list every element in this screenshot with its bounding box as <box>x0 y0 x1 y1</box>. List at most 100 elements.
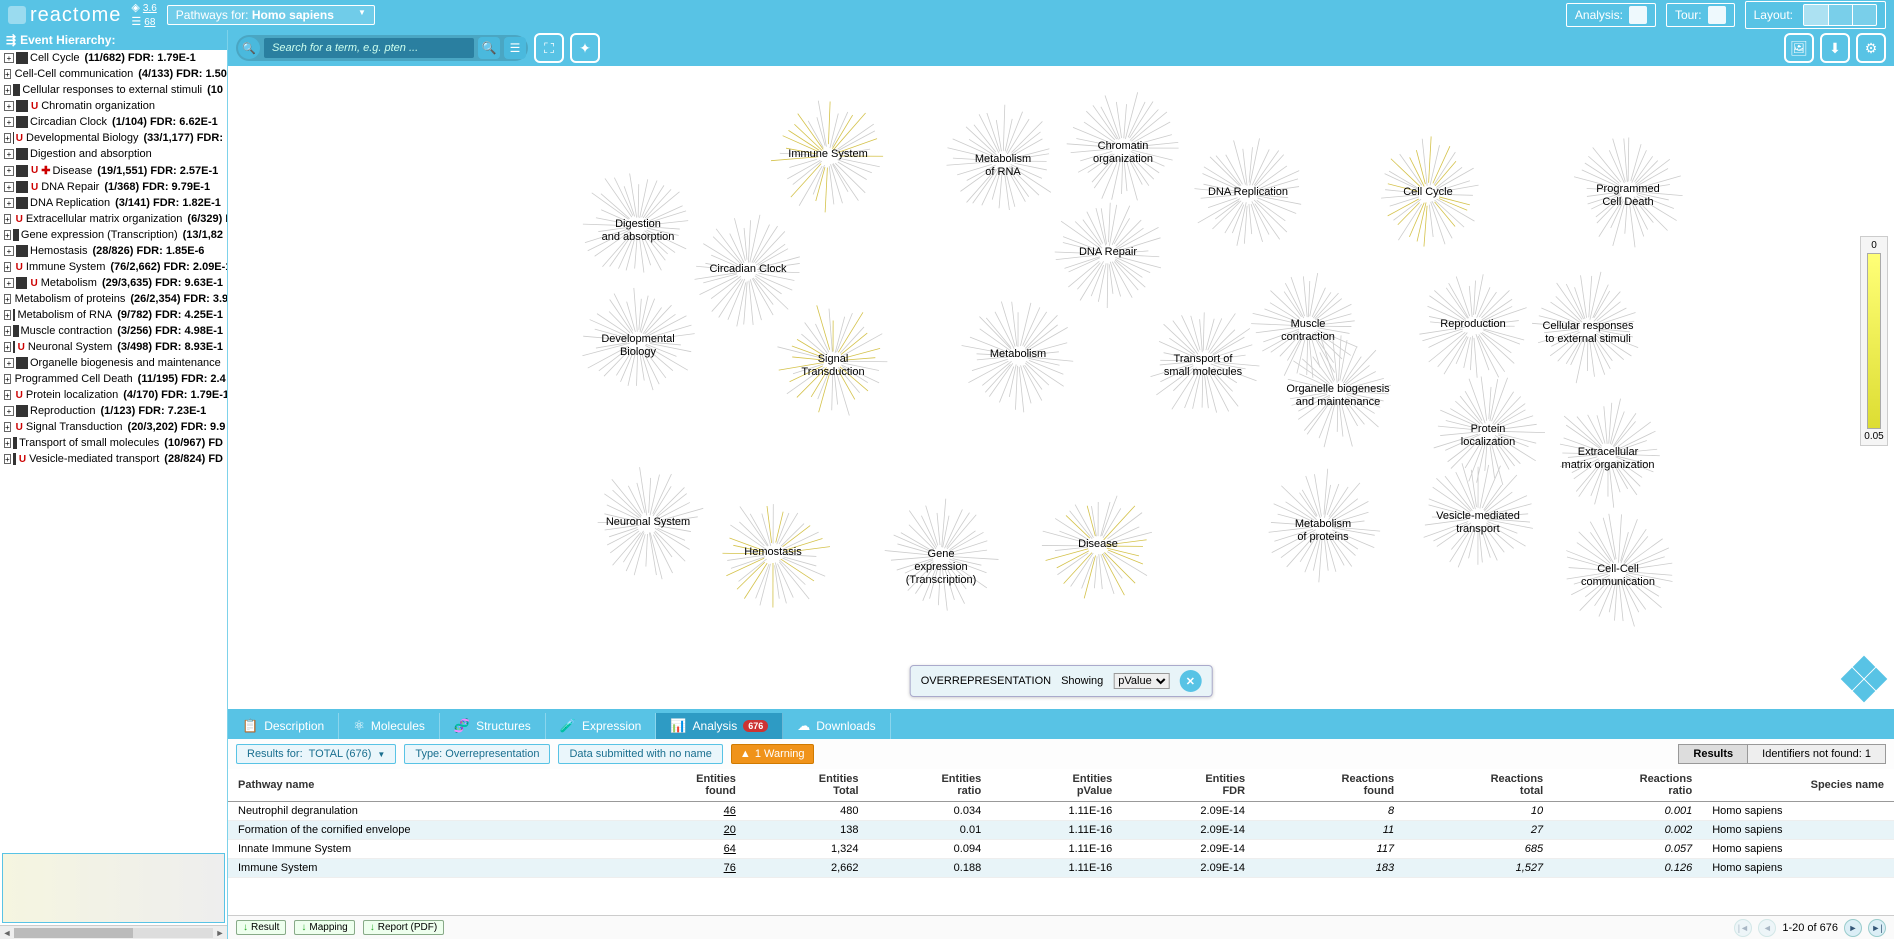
tree-item[interactable]: +Cell Cycle (11/682) FDR: 1.79E-1 <box>0 50 227 66</box>
expand-icon[interactable]: + <box>4 374 11 384</box>
pathway-burst[interactable] <box>1548 394 1668 514</box>
expand-icon[interactable]: + <box>4 310 11 320</box>
tab-description[interactable]: 📋Description <box>228 713 339 739</box>
search-input[interactable] <box>264 38 474 58</box>
expand-icon[interactable]: + <box>4 342 11 352</box>
download-report-button[interactable]: ↓Report (PDF) <box>363 920 444 935</box>
pathway-burst[interactable] <box>768 96 888 216</box>
expand-icon[interactable]: + <box>4 198 14 208</box>
table-row[interactable]: Neutrophil degranulation464800.0341.11E-… <box>228 802 1894 821</box>
overlay-close-button[interactable]: ✕ <box>1179 670 1201 692</box>
expand-icon[interactable]: + <box>4 246 14 256</box>
tree-item[interactable]: +Cellular responses to external stimuli … <box>0 82 227 98</box>
pathway-burst[interactable] <box>1188 134 1308 254</box>
col-header[interactable]: EntitiesTotal <box>746 769 869 802</box>
tree-item[interactable]: +U✚Disease (19/1,551) FDR: 2.57E-1 <box>0 162 227 179</box>
tab-downloads[interactable]: ☁Downloads <box>783 713 890 739</box>
pathway-canvas[interactable]: 0 0.05 OVERREPRESENTATION Showing pValue… <box>228 66 1894 709</box>
pathway-burst[interactable] <box>713 494 833 614</box>
tree-item[interactable]: +UImmune System (76/2,662) FDR: 2.09E-1 <box>0 259 227 275</box>
pathway-burst[interactable] <box>1558 511 1678 631</box>
sidebar-hscroll[interactable]: ◄ ► <box>0 925 227 939</box>
tab-analysis[interactable]: 📊Analysis676 <box>656 713 783 739</box>
expand-icon[interactable]: + <box>4 117 14 127</box>
expand-icon[interactable]: + <box>4 438 11 448</box>
pathway-tree[interactable]: +Cell Cycle (11/682) FDR: 1.79E-1+Cell-C… <box>0 50 227 851</box>
pathway-burst[interactable] <box>881 496 1001 616</box>
expand-icon[interactable]: + <box>4 294 11 304</box>
tree-item[interactable]: +UProtein localization (4/170) FDR: 1.79… <box>0 387 227 403</box>
col-header[interactable]: Reactionsfound <box>1255 769 1404 802</box>
tree-item[interactable]: +Reproduction (1/123) FDR: 7.23E-1 <box>0 403 227 419</box>
tab-molecules[interactable]: ⚛Molecules <box>339 713 440 739</box>
expand-icon[interactable]: + <box>4 101 14 111</box>
overlay-metric-select[interactable]: pValue <box>1113 673 1169 689</box>
tree-item[interactable]: +Programmed Cell Death (11/195) FDR: 2.4 <box>0 371 227 387</box>
tree-item[interactable]: +USignal Transduction (20/3,202) FDR: 9.… <box>0 419 227 435</box>
page-first-button[interactable]: |◄ <box>1734 919 1752 937</box>
results-for-chip[interactable]: Results for: TOTAL (676) ▼ <box>236 744 396 764</box>
expand-icon[interactable]: + <box>4 278 14 288</box>
col-header[interactable]: Entitiesfound <box>623 769 746 802</box>
pathway-burst[interactable] <box>1418 458 1538 578</box>
pathway-burst[interactable] <box>588 464 708 584</box>
expand-icon[interactable]: + <box>4 85 11 95</box>
tab-structures[interactable]: 🧬Structures <box>440 713 546 739</box>
tree-item[interactable]: +Metabolism of RNA (9/782) FDR: 4.25E-1 <box>0 307 227 323</box>
expand-icon[interactable]: + <box>4 358 14 368</box>
expand-icon[interactable]: + <box>4 214 11 224</box>
table-row[interactable]: Formation of the cornified envelope20138… <box>228 821 1894 840</box>
species-selector[interactable]: Pathways for: Homo sapiens <box>167 5 375 25</box>
results-table-wrap[interactable]: Pathway nameEntitiesfoundEntitiesTotalEn… <box>228 769 1894 915</box>
scroll-right-icon[interactable]: ► <box>213 928 227 938</box>
tree-item[interactable]: +Hemostasis (28/826) FDR: 1.85E-6 <box>0 243 227 259</box>
search-go-button[interactable]: 🔍 <box>478 37 500 59</box>
pathway-burst[interactable] <box>1038 486 1158 606</box>
scroll-left-icon[interactable]: ◄ <box>0 928 14 938</box>
pathway-burst[interactable] <box>1278 331 1398 451</box>
expand-icon[interactable]: + <box>4 390 11 400</box>
download-image-button[interactable]: ⬇ <box>1820 33 1850 63</box>
pathway-burst[interactable] <box>958 296 1078 416</box>
dataset-name-chip[interactable]: Data submitted with no name <box>558 744 722 764</box>
tree-item[interactable]: +UChromatin organization <box>0 98 227 114</box>
col-header[interactable]: Reactionstotal <box>1404 769 1553 802</box>
expand-icon[interactable]: + <box>4 133 11 143</box>
col-header[interactable]: EntitiespValue <box>991 769 1122 802</box>
tree-item[interactable]: +DNA Replication (3/141) FDR: 1.82E-1 <box>0 195 227 211</box>
cell-ef[interactable]: 76 <box>623 859 746 878</box>
tour-button[interactable]: Tour: <box>1666 3 1735 27</box>
logo[interactable]: reactome <box>8 4 121 27</box>
pathway-burst[interactable] <box>1368 134 1488 254</box>
tree-item[interactable]: +Digestion and absorption <box>0 146 227 162</box>
results-subtab[interactable]: Results <box>1679 745 1747 763</box>
col-header[interactable]: Entitiesratio <box>869 769 992 802</box>
col-header[interactable]: Species name <box>1702 769 1894 802</box>
pathway-burst[interactable] <box>943 101 1063 221</box>
pathway-burst[interactable] <box>1568 131 1688 251</box>
build-link[interactable]: 68 <box>144 17 155 28</box>
expand-icon[interactable]: + <box>4 454 11 464</box>
download-mapping-button[interactable]: ↓Mapping <box>294 920 354 935</box>
tree-item[interactable]: +Muscle contraction (3/256) FDR: 4.98E-1 <box>0 323 227 339</box>
tree-item[interactable]: +UNeuronal System (3/498) FDR: 8.93E-1 <box>0 339 227 355</box>
expand-icon[interactable]: + <box>4 182 14 192</box>
analysis-button[interactable]: Analysis: <box>1566 3 1656 27</box>
fit-view-button[interactable]: ⛶ <box>534 33 564 63</box>
cell-ef[interactable]: 46 <box>623 802 746 821</box>
expand-icon[interactable]: + <box>4 69 11 79</box>
tree-item[interactable]: +Cell-Cell communication (4/133) FDR: 1.… <box>0 66 227 82</box>
tree-item[interactable]: +Metabolism of proteins (26/2,354) FDR: … <box>0 291 227 307</box>
col-header[interactable]: EntitiesFDR <box>1122 769 1255 802</box>
tree-item[interactable]: +Gene expression (Transcription) (13/1,8… <box>0 227 227 243</box>
page-next-button[interactable]: ► <box>1844 919 1862 937</box>
expand-icon[interactable]: + <box>4 149 14 159</box>
table-row[interactable]: Innate Immune System641,3240.0941.11E-16… <box>228 840 1894 859</box>
pathway-burst[interactable] <box>1528 268 1648 388</box>
version-link[interactable]: 3.6 <box>143 3 157 14</box>
tree-item[interactable]: +UDNA Repair (1/368) FDR: 9.79E-1 <box>0 179 227 195</box>
pathway-burst[interactable] <box>1063 88 1183 208</box>
expand-icon[interactable]: + <box>4 53 14 63</box>
expand-icon[interactable]: + <box>4 262 11 272</box>
layout-opt-2[interactable] <box>1828 5 1852 25</box>
